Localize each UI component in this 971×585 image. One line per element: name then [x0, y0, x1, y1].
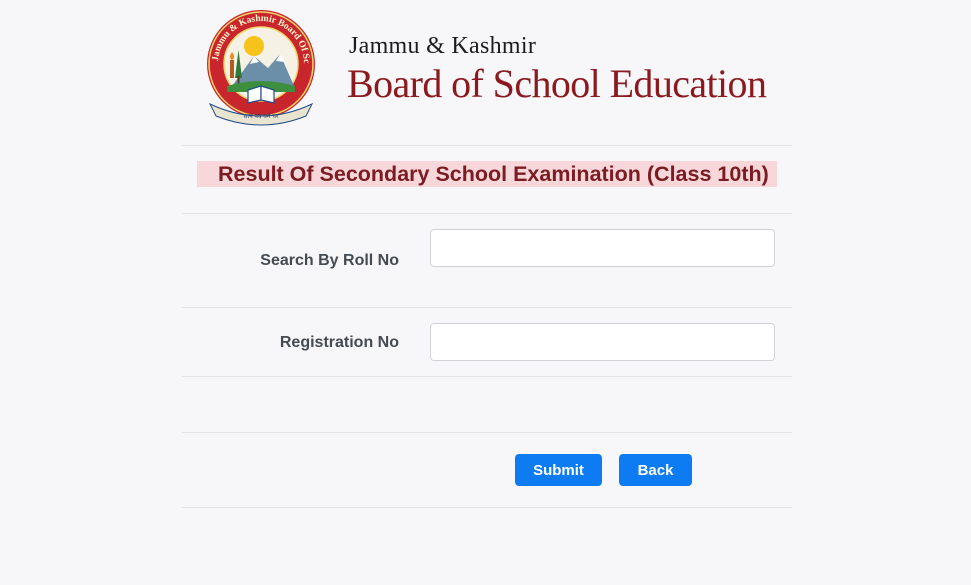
divider: [182, 432, 792, 433]
registration-no-label: Registration No: [279, 334, 399, 351]
back-button[interactable]: Back: [619, 454, 692, 486]
divider: [182, 376, 792, 377]
roll-no-input[interactable]: [430, 229, 775, 267]
svg-text:सत्यं वद धर्मं चर: सत्यं वद धर्मं चर: [243, 112, 279, 120]
board-seal-logo: Jammu & Kashmir Board Of School Educatio…: [202, 6, 315, 126]
divider: [182, 307, 792, 308]
divider: [182, 507, 792, 508]
roll-no-label: Search By Roll No: [260, 252, 399, 269]
page-title: Result Of Secondary School Examination (…: [218, 162, 769, 186]
registration-no-input[interactable]: [430, 323, 775, 361]
submit-button[interactable]: Submit: [515, 454, 602, 486]
divider: [182, 213, 792, 214]
divider: [182, 145, 792, 146]
brand-name-line2: Board of School Education: [347, 61, 767, 106]
brand-name-line1: Jammu & Kashmir: [349, 33, 537, 59]
result-page: Jammu & Kashmir Board Of School Educatio…: [0, 0, 971, 585]
